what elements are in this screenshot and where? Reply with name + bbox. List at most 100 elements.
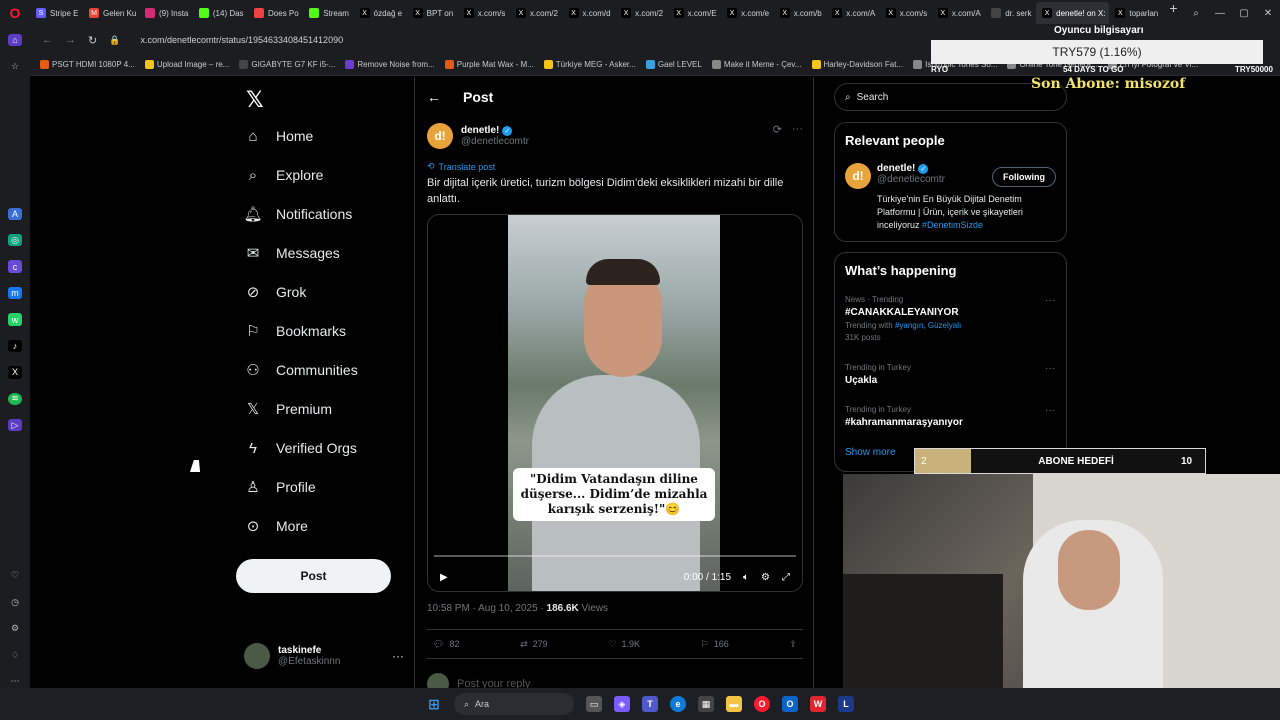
relevant-person[interactable]: d! denetle! ✓ @denetlecomtr [845,163,945,189]
more-icon[interactable]: ⋯ [8,675,22,687]
wps-icon[interactable]: W [810,696,826,712]
minimize-icon[interactable]: — [1208,8,1232,19]
post-author[interactable]: d! denetle! ✓ @denetlecomtr [427,123,529,149]
aria-icon[interactable]: A [8,207,22,220]
play-icon[interactable]: ▶ [440,572,448,583]
edge-icon[interactable]: e [670,696,686,712]
forward-icon[interactable]: → [65,34,76,46]
repost-button[interactable]: ⇄ 279 [520,639,548,650]
volume-icon[interactable]: 🔈︎ [743,572,749,583]
tab[interactable]: X BPT on [407,2,458,24]
trend-item[interactable]: Trending in Turkey #kahramanmaraşyanıyor… [845,405,1055,428]
account-switcher[interactable]: taskinefe @Efetaskinnn ··· [244,643,404,669]
close-icon[interactable]: ✕ [1256,8,1280,19]
trend-item[interactable]: News · Trending #CANAKKALEYANIYOR Trendi… [845,295,1055,342]
nav-more[interactable]: ⊙ More [244,517,308,535]
bookmark[interactable]: Make it Meme - Çev... [711,60,802,69]
bookmark[interactable]: Remove Noise from... [345,60,435,69]
outlook-icon[interactable]: O [782,696,798,712]
messenger-icon[interactable]: m [8,286,22,300]
tab[interactable]: Xx.com/b [774,2,827,24]
player-icon[interactable]: ▷ [8,419,22,432]
search-tabs-icon[interactable]: ⌕ [1184,8,1208,19]
teams-icon[interactable]: T [642,696,658,712]
tiktok-icon[interactable]: ♪ [8,339,22,353]
bookmark[interactable]: PSGT HDMI 1080P 4... [40,60,135,69]
tab[interactable]: (9) Insta [139,2,193,24]
author-name[interactable]: denetle! [461,125,499,136]
more-dots-icon[interactable]: ··· [392,649,404,663]
tab[interactable]: S Stripe E [30,2,83,24]
reload-icon[interactable]: ↻ [88,34,97,47]
store-icon[interactable]: ▦ [698,696,714,712]
back-arrow-icon[interactable]: ← [427,89,441,105]
hashtag-link[interactable]: #DenetimSizde [922,220,983,230]
tab[interactable]: Xx.com/2 [510,2,563,24]
bookmark[interactable]: Türkiye MEG - Asker... [543,60,636,69]
maximize-icon[interactable]: ▢ [1232,8,1256,19]
tab[interactable]: Xx.com/2 [615,2,668,24]
history-icon[interactable]: ◷ [8,596,22,608]
tab[interactable]: Xx.com/s [880,2,932,24]
translate-post-link[interactable]: ⟲ Translate post [427,161,495,172]
nav-verified-orgs[interactable]: ϟ Verified Orgs [244,439,357,457]
reply-button[interactable]: 💬︎ 82 [433,639,459,650]
nav-communities[interactable]: ⚇ Communities [244,361,357,379]
new-tab-button[interactable]: + [1163,0,1184,26]
back-icon[interactable]: ← [42,34,53,46]
taskbar-search[interactable]: ⌕ Ara [454,693,574,715]
nav-home[interactable]: ⌂ Home [244,127,313,145]
cs-icon[interactable]: c [8,260,22,273]
x-icon[interactable]: X [8,366,22,379]
following-button[interactable]: Following [992,167,1056,187]
home-icon[interactable]: ⌂ [8,34,22,47]
video-player[interactable]: "Didim Vatandaşın diline düşerse... Didi… [427,214,803,592]
nav-bookmarks[interactable]: ⚐ Bookmarks [244,322,346,340]
bookmark[interactable]: Gael LEVEL [645,60,702,69]
tab-active[interactable]: Xdenetle! on X: [1036,2,1110,24]
url-field[interactable]: x.com/denetlecomtr/status/19546334084514… [140,35,343,45]
author-avatar[interactable]: d! [427,123,453,149]
like-button[interactable]: ♡ 1.9K [608,639,640,650]
nav-messages[interactable]: ✉ Messages [244,244,340,262]
more-dots-icon[interactable]: ··· [792,123,803,136]
tab[interactable]: Xx.com/A [826,2,879,24]
tab[interactable]: (14) Das [193,2,248,24]
tab[interactable]: Xx.com/E [668,2,721,24]
opera-logo-icon[interactable]: O [0,0,30,26]
task-view-icon[interactable]: ▭ [586,696,602,712]
tab[interactable]: Xx.com/e [721,2,774,24]
whatsapp-icon[interactable]: w [8,313,22,326]
reply-composer[interactable]: Post your reply [427,673,530,688]
x-logo-icon[interactable]: 𝕏 [246,87,264,113]
tab[interactable]: Xx.com/A [932,2,985,24]
file-explorer-icon[interactable]: ▬ [726,696,742,712]
bookmark[interactable]: Upload Image – re... [144,60,229,69]
bookmark[interactable]: GIGABYTE G7 KF i5-... [239,60,335,69]
copilot-icon[interactable]: ◈ [614,696,630,712]
more-dots-icon[interactable]: ··· [1045,295,1055,306]
author-handle[interactable]: @denetlecomtr [461,136,529,147]
grok-icon[interactable]: ⟳ [773,123,782,136]
tab[interactable]: dr. serk [985,2,1036,24]
settings-icon[interactable]: ⚙ [761,572,770,583]
show-more-link[interactable]: Show more [845,447,896,458]
tab[interactable]: Xtoparlan [1109,2,1162,24]
tab[interactable]: Xx.com/d [563,2,616,24]
nav-explore[interactable]: ⌕ Explore [244,166,324,184]
post-timestamp[interactable]: 10:58 PM · Aug 10, 2025 · [427,603,547,614]
star-icon[interactable]: ☆ [8,60,22,72]
nav-profile[interactable]: ♙ Profile [244,478,315,496]
more-dots-icon[interactable]: ··· [1045,363,1055,374]
bulb-icon[interactable]: ♢ [8,649,22,661]
windows-start-icon[interactable]: ⊞ [426,696,442,712]
tab[interactable]: Xx.com/s [458,2,510,24]
share-button[interactable]: ⇪ [789,639,797,650]
reply-input[interactable]: Post your reply [457,678,530,688]
settings-icon[interactable]: ⚙ [8,623,22,635]
trend-item[interactable]: Trending in Turkey Uçakla ··· [845,363,1055,386]
bookmark[interactable]: Purple Mat Wax - M... [444,60,534,69]
more-dots-icon[interactable]: ··· [1045,405,1055,416]
video-progress-bar[interactable] [434,555,796,557]
fullscreen-icon[interactable]: ⤢ [782,572,790,583]
